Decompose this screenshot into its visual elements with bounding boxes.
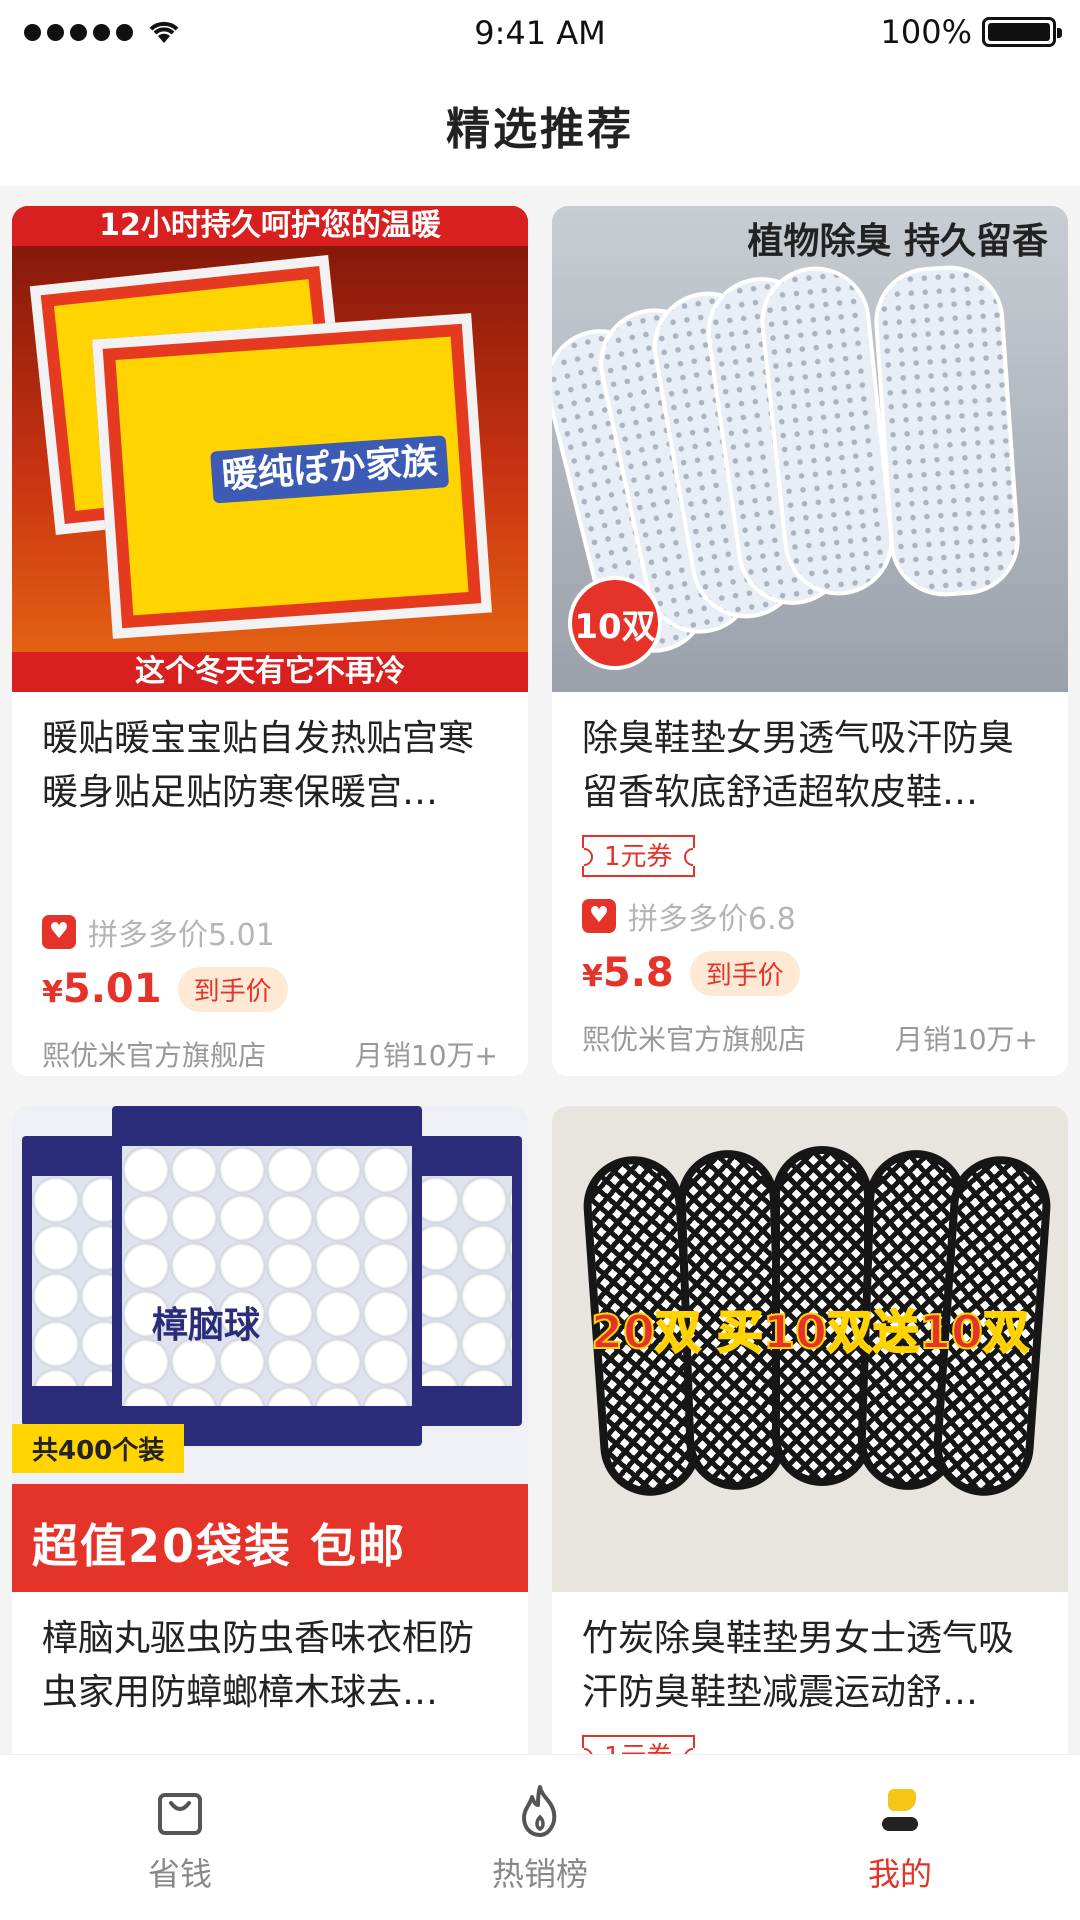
card-body: 除臭鞋垫女男透气吸汗防臭留香软底舒适超软皮鞋… 1元券 拼多多价6.8 ¥5.8… bbox=[552, 692, 1068, 1058]
flame-icon bbox=[522, 1785, 557, 1837]
price-row: ¥5.8 到手价 bbox=[582, 950, 1038, 996]
tab-mine[interactable]: 我的 bbox=[800, 1783, 1000, 1895]
product-card[interactable]: 12小时持久呵护您的温暖 暖纯ぽか家族 这个冬天有它不再冷 暖贴暖宝宝贴自发热贴… bbox=[12, 206, 528, 1076]
currency-symbol: ¥ bbox=[582, 959, 603, 994]
shopping-bag-icon bbox=[158, 1793, 202, 1835]
product-grid[interactable]: 12小时持久呵护您的温暖 暖纯ぽか家族 这个冬天有它不再冷 暖贴暖宝宝贴自发热贴… bbox=[12, 206, 1068, 1754]
promo-text: 20双 买10双送10双 bbox=[590, 1304, 1030, 1360]
coupon-row bbox=[42, 824, 498, 888]
product-card[interactable]: 樟脑球 共400个装 超值20袋装 包邮 樟脑丸驱虫防虫香味衣柜防虫家用防蟑螂樟… bbox=[12, 1106, 528, 1754]
price-value: 5.8 bbox=[602, 950, 674, 996]
product-pack: 暖纯ぽか家族 bbox=[91, 313, 493, 639]
product-title[interactable]: 除臭鞋垫女男透气吸汗防臭留香软底舒适超软皮鞋… bbox=[582, 712, 1038, 820]
pdd-price-row: 拼多多价6.8 bbox=[582, 894, 1038, 938]
product-title[interactable]: 竹炭除臭鞋垫男女士透气吸汗防臭鞋垫减震运动舒… bbox=[582, 1612, 1038, 1720]
shop-row: 熙优米官方旗舰店 月销10万+ bbox=[42, 1034, 498, 1074]
battery-icon bbox=[982, 17, 1062, 47]
price-row: ¥5.01 到手价 bbox=[42, 966, 498, 1012]
insole-stack bbox=[870, 261, 1024, 601]
image-banner-top: 植物除臭 持久留香 bbox=[747, 221, 1048, 262]
product-card[interactable]: 20双 买10双送10双 竹炭除臭鞋垫男女士透气吸汗防臭鞋垫减震运动舒… 1元券 bbox=[552, 1106, 1068, 1754]
final-price: ¥5.01 bbox=[42, 966, 162, 1012]
product-image[interactable]: 樟脑球 共400个装 超值20袋装 包邮 bbox=[12, 1106, 528, 1592]
shop-name[interactable]: 熙优米官方旗舰店 bbox=[582, 1018, 806, 1058]
pinduoduo-logo-icon bbox=[582, 899, 616, 933]
tab-label: 我的 bbox=[867, 1855, 932, 1893]
status-time: 9:41 AM bbox=[474, 14, 606, 52]
product-image[interactable]: 植物除臭 持久留香 10双 bbox=[552, 206, 1068, 692]
monthly-sales: 月销10万+ bbox=[354, 1039, 498, 1072]
tab-hot-list[interactable]: 热销榜 bbox=[440, 1783, 640, 1895]
bag-label: 樟脑球 bbox=[152, 1305, 261, 1346]
coupon-row: 1元券 bbox=[582, 1724, 1038, 1754]
coupon-badge[interactable]: 1元券 bbox=[582, 835, 695, 877]
coupon-badge[interactable]: 1元券 bbox=[582, 1735, 695, 1754]
shop-row: 熙优米官方旗舰店 月销10万+ bbox=[582, 1018, 1038, 1058]
price-tag: 到手价 bbox=[177, 966, 288, 1012]
quantity-badge: 10双 bbox=[568, 576, 662, 670]
promo-banner: 超值20袋装 包邮 bbox=[12, 1484, 528, 1592]
final-price: ¥5.8 bbox=[582, 950, 674, 996]
quantity-label: 共400个装 bbox=[12, 1424, 185, 1473]
product-bag bbox=[112, 1106, 422, 1446]
card-body: 竹炭除臭鞋垫男女士透气吸汗防臭鞋垫减震运动舒… 1元券 bbox=[552, 1592, 1068, 1754]
price-value: 5.01 bbox=[62, 966, 162, 1012]
product-card[interactable]: 植物除臭 持久留香 10双 除臭鞋垫女男透气吸汗防臭留香软底舒适超软皮鞋… 1元… bbox=[552, 206, 1068, 1076]
tab-save-money[interactable]: 省钱 bbox=[80, 1783, 280, 1895]
pinduoduo-logo-icon bbox=[42, 915, 76, 949]
page-title: 精选推荐 bbox=[446, 104, 634, 155]
shop-name[interactable]: 熙优米官方旗舰店 bbox=[42, 1034, 266, 1074]
pdd-price: 拼多多价6.8 bbox=[628, 902, 796, 937]
monthly-sales: 月销10万+ bbox=[894, 1023, 1038, 1056]
tab-label: 热销榜 bbox=[491, 1855, 588, 1893]
pdd-price: 拼多多价5.01 bbox=[88, 918, 275, 953]
product-image[interactable]: 20双 买10双送10双 bbox=[552, 1106, 1068, 1592]
product-title[interactable]: 暖贴暖宝宝贴自发热贴宫寒暖身贴足贴防寒保暖宫… bbox=[42, 712, 498, 820]
product-title[interactable]: 樟脑丸驱虫防虫香味衣柜防虫家用防蟑螂樟木球去… bbox=[42, 1612, 498, 1720]
currency-symbol: ¥ bbox=[42, 975, 63, 1010]
coupon-row: 1元券 bbox=[582, 824, 1038, 888]
user-icon bbox=[882, 1789, 918, 1831]
pdd-price-row: 拼多多价5.01 bbox=[42, 910, 498, 954]
status-bar: 9:41 AM 100% bbox=[0, 0, 1080, 64]
card-body: 暖贴暖宝宝贴自发热贴宫寒暖身贴足贴防寒保暖宫… 拼多多价5.01 ¥5.01 到… bbox=[12, 692, 528, 1074]
product-image[interactable]: 12小时持久呵护您的温暖 暖纯ぽか家族 这个冬天有它不再冷 bbox=[12, 206, 528, 692]
image-banner-top: 12小时持久呵护您的温暖 bbox=[12, 206, 528, 246]
image-banner-bottom: 这个冬天有它不再冷 bbox=[12, 652, 528, 692]
tab-label: 省钱 bbox=[147, 1855, 212, 1893]
bottom-tab-bar: 省钱 热销榜 我的 bbox=[0, 1754, 1080, 1920]
price-tag: 到手价 bbox=[689, 950, 800, 996]
card-body: 樟脑丸驱虫防虫香味衣柜防虫家用防蟑螂樟木球去… bbox=[12, 1592, 528, 1720]
page-header: 精选推荐 bbox=[0, 64, 1080, 186]
